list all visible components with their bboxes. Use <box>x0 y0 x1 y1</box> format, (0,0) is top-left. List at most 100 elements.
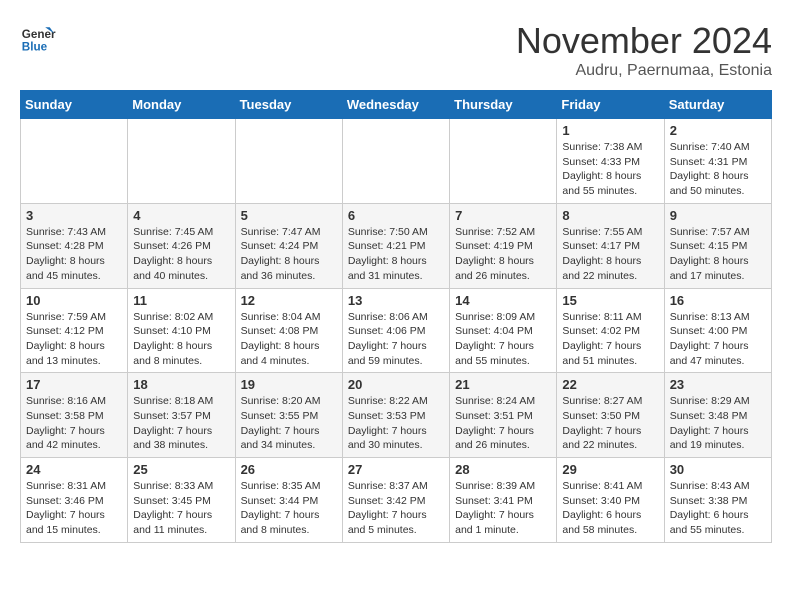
day-info: Sunrise: 8:09 AM Sunset: 4:04 PM Dayligh… <box>455 310 551 369</box>
svg-text:Blue: Blue <box>22 41 48 54</box>
day-info: Sunrise: 7:38 AM Sunset: 4:33 PM Dayligh… <box>562 140 658 199</box>
day-info: Sunrise: 8:13 AM Sunset: 4:00 PM Dayligh… <box>670 310 766 369</box>
calendar-cell <box>235 119 342 204</box>
calendar-cell <box>21 119 128 204</box>
day-number: 5 <box>241 208 337 223</box>
day-number: 25 <box>133 462 229 477</box>
day-info: Sunrise: 8:43 AM Sunset: 3:38 PM Dayligh… <box>670 479 766 538</box>
calendar-cell: 21 Sunrise: 8:24 AM Sunset: 3:51 PM Dayli… <box>450 373 557 458</box>
calendar-cell: 15 Sunrise: 8:11 AM Sunset: 4:02 PM Dayli… <box>557 288 664 373</box>
title-block: November 2024 Audru, Paernumaa, Estonia <box>516 20 772 80</box>
calendar-cell: 6 Sunrise: 7:50 AM Sunset: 4:21 PM Daylig… <box>342 203 449 288</box>
day-number: 18 <box>133 377 229 392</box>
day-number: 9 <box>670 208 766 223</box>
calendar-cell: 23Sunrise: 8:29 AM Sunset: 3:48 PM Dayli… <box>664 373 771 458</box>
day-info: Sunrise: 8:02 AM Sunset: 4:10 PM Dayligh… <box>133 310 229 369</box>
calendar-cell <box>128 119 235 204</box>
weekday-header-wednesday: Wednesday <box>342 91 449 119</box>
day-number: 11 <box>133 293 229 308</box>
calendar-week-2: 3 Sunrise: 7:43 AM Sunset: 4:28 PM Daylig… <box>21 203 772 288</box>
day-number: 14 <box>455 293 551 308</box>
day-number: 10 <box>26 293 122 308</box>
calendar-week-3: 10 Sunrise: 7:59 AM Sunset: 4:12 PM Dayli… <box>21 288 772 373</box>
day-info: Sunrise: 7:50 AM Sunset: 4:21 PM Dayligh… <box>348 225 444 284</box>
calendar-cell: 24 Sunrise: 8:31 AM Sunset: 3:46 PM Dayli… <box>21 458 128 543</box>
day-info: Sunrise: 7:52 AM Sunset: 4:19 PM Dayligh… <box>455 225 551 284</box>
day-number: 13 <box>348 293 444 308</box>
weekday-header-monday: Monday <box>128 91 235 119</box>
calendar-cell: 14 Sunrise: 8:09 AM Sunset: 4:04 PM Dayli… <box>450 288 557 373</box>
calendar-cell: 26Sunrise: 8:35 AM Sunset: 3:44 PM Dayli… <box>235 458 342 543</box>
day-number: 1 <box>562 123 658 138</box>
day-info: Sunrise: 8:37 AM Sunset: 3:42 PM Dayligh… <box>348 479 444 538</box>
day-number: 23 <box>670 377 766 392</box>
calendar-cell: 4Sunrise: 7:45 AM Sunset: 4:26 PM Daylig… <box>128 203 235 288</box>
calendar-cell: 18Sunrise: 8:18 AM Sunset: 3:57 PM Dayli… <box>128 373 235 458</box>
calendar-week-1: 1 Sunrise: 7:38 AM Sunset: 4:33 PM Daylig… <box>21 119 772 204</box>
calendar-cell: 20Sunrise: 8:22 AM Sunset: 3:53 PM Dayli… <box>342 373 449 458</box>
day-number: 7 <box>455 208 551 223</box>
calendar-cell: 3 Sunrise: 7:43 AM Sunset: 4:28 PM Daylig… <box>21 203 128 288</box>
month-title: November 2024 <box>516 20 772 62</box>
day-info: Sunrise: 8:16 AM Sunset: 3:58 PM Dayligh… <box>26 394 122 453</box>
day-info: Sunrise: 8:31 AM Sunset: 3:46 PM Dayligh… <box>26 479 122 538</box>
day-number: 6 <box>348 208 444 223</box>
day-info: Sunrise: 8:11 AM Sunset: 4:02 PM Dayligh… <box>562 310 658 369</box>
day-number: 2 <box>670 123 766 138</box>
calendar-cell: 7 Sunrise: 7:52 AM Sunset: 4:19 PM Daylig… <box>450 203 557 288</box>
day-number: 21 <box>455 377 551 392</box>
day-info: Sunrise: 7:57 AM Sunset: 4:15 PM Dayligh… <box>670 225 766 284</box>
day-info: Sunrise: 7:47 AM Sunset: 4:24 PM Dayligh… <box>241 225 337 284</box>
calendar-cell: 17 Sunrise: 8:16 AM Sunset: 3:58 PM Dayli… <box>21 373 128 458</box>
calendar-week-5: 24 Sunrise: 8:31 AM Sunset: 3:46 PM Dayli… <box>21 458 772 543</box>
calendar-cell: 25 Sunrise: 8:33 AM Sunset: 3:45 PM Dayli… <box>128 458 235 543</box>
calendar-cell: 22Sunrise: 8:27 AM Sunset: 3:50 PM Dayli… <box>557 373 664 458</box>
day-number: 22 <box>562 377 658 392</box>
day-number: 24 <box>26 462 122 477</box>
day-info: Sunrise: 8:22 AM Sunset: 3:53 PM Dayligh… <box>348 394 444 453</box>
calendar-cell: 12 Sunrise: 8:04 AM Sunset: 4:08 PM Dayli… <box>235 288 342 373</box>
calendar-week-4: 17 Sunrise: 8:16 AM Sunset: 3:58 PM Dayli… <box>21 373 772 458</box>
weekday-header-tuesday: Tuesday <box>235 91 342 119</box>
day-info: Sunrise: 7:40 AM Sunset: 4:31 PM Dayligh… <box>670 140 766 199</box>
day-info: Sunrise: 8:24 AM Sunset: 3:51 PM Dayligh… <box>455 394 551 453</box>
weekday-header-friday: Friday <box>557 91 664 119</box>
day-number: 12 <box>241 293 337 308</box>
day-number: 28 <box>455 462 551 477</box>
calendar-cell: 13 Sunrise: 8:06 AM Sunset: 4:06 PM Dayli… <box>342 288 449 373</box>
day-info: Sunrise: 8:20 AM Sunset: 3:55 PM Dayligh… <box>241 394 337 453</box>
calendar-cell <box>342 119 449 204</box>
weekday-header-saturday: Saturday <box>664 91 771 119</box>
day-info: Sunrise: 8:41 AM Sunset: 3:40 PM Dayligh… <box>562 479 658 538</box>
calendar-cell: 8Sunrise: 7:55 AM Sunset: 4:17 PM Daylig… <box>557 203 664 288</box>
day-info: Sunrise: 7:43 AM Sunset: 4:28 PM Dayligh… <box>26 225 122 284</box>
calendar-cell: 28Sunrise: 8:39 AM Sunset: 3:41 PM Dayli… <box>450 458 557 543</box>
weekday-header-row: SundayMondayTuesdayWednesdayThursdayFrid… <box>21 91 772 119</box>
day-number: 3 <box>26 208 122 223</box>
day-info: Sunrise: 8:04 AM Sunset: 4:08 PM Dayligh… <box>241 310 337 369</box>
calendar-cell: 1 Sunrise: 7:38 AM Sunset: 4:33 PM Daylig… <box>557 119 664 204</box>
calendar-cell: 19 Sunrise: 8:20 AM Sunset: 3:55 PM Dayli… <box>235 373 342 458</box>
day-number: 16 <box>670 293 766 308</box>
day-number: 30 <box>670 462 766 477</box>
calendar-body: 1 Sunrise: 7:38 AM Sunset: 4:33 PM Daylig… <box>21 119 772 543</box>
day-info: Sunrise: 7:55 AM Sunset: 4:17 PM Dayligh… <box>562 225 658 284</box>
day-info: Sunrise: 7:59 AM Sunset: 4:12 PM Dayligh… <box>26 310 122 369</box>
location-subtitle: Audru, Paernumaa, Estonia <box>516 62 772 80</box>
day-number: 15 <box>562 293 658 308</box>
calendar-cell: 10 Sunrise: 7:59 AM Sunset: 4:12 PM Dayli… <box>21 288 128 373</box>
calendar-cell: 2 Sunrise: 7:40 AM Sunset: 4:31 PM Daylig… <box>664 119 771 204</box>
calendar-cell <box>450 119 557 204</box>
day-number: 4 <box>133 208 229 223</box>
day-number: 19 <box>241 377 337 392</box>
day-number: 17 <box>26 377 122 392</box>
day-number: 26 <box>241 462 337 477</box>
day-info: Sunrise: 8:06 AM Sunset: 4:06 PM Dayligh… <box>348 310 444 369</box>
page-header: General Blue November 2024 Audru, Paernu… <box>20 20 772 80</box>
day-info: Sunrise: 8:33 AM Sunset: 3:45 PM Dayligh… <box>133 479 229 538</box>
calendar-cell: 16 Sunrise: 8:13 AM Sunset: 4:00 PM Dayli… <box>664 288 771 373</box>
calendar-cell: 11 Sunrise: 8:02 AM Sunset: 4:10 PM Dayli… <box>128 288 235 373</box>
calendar-cell: 9 Sunrise: 7:57 AM Sunset: 4:15 PM Daylig… <box>664 203 771 288</box>
logo: General Blue <box>20 20 56 56</box>
weekday-header-thursday: Thursday <box>450 91 557 119</box>
